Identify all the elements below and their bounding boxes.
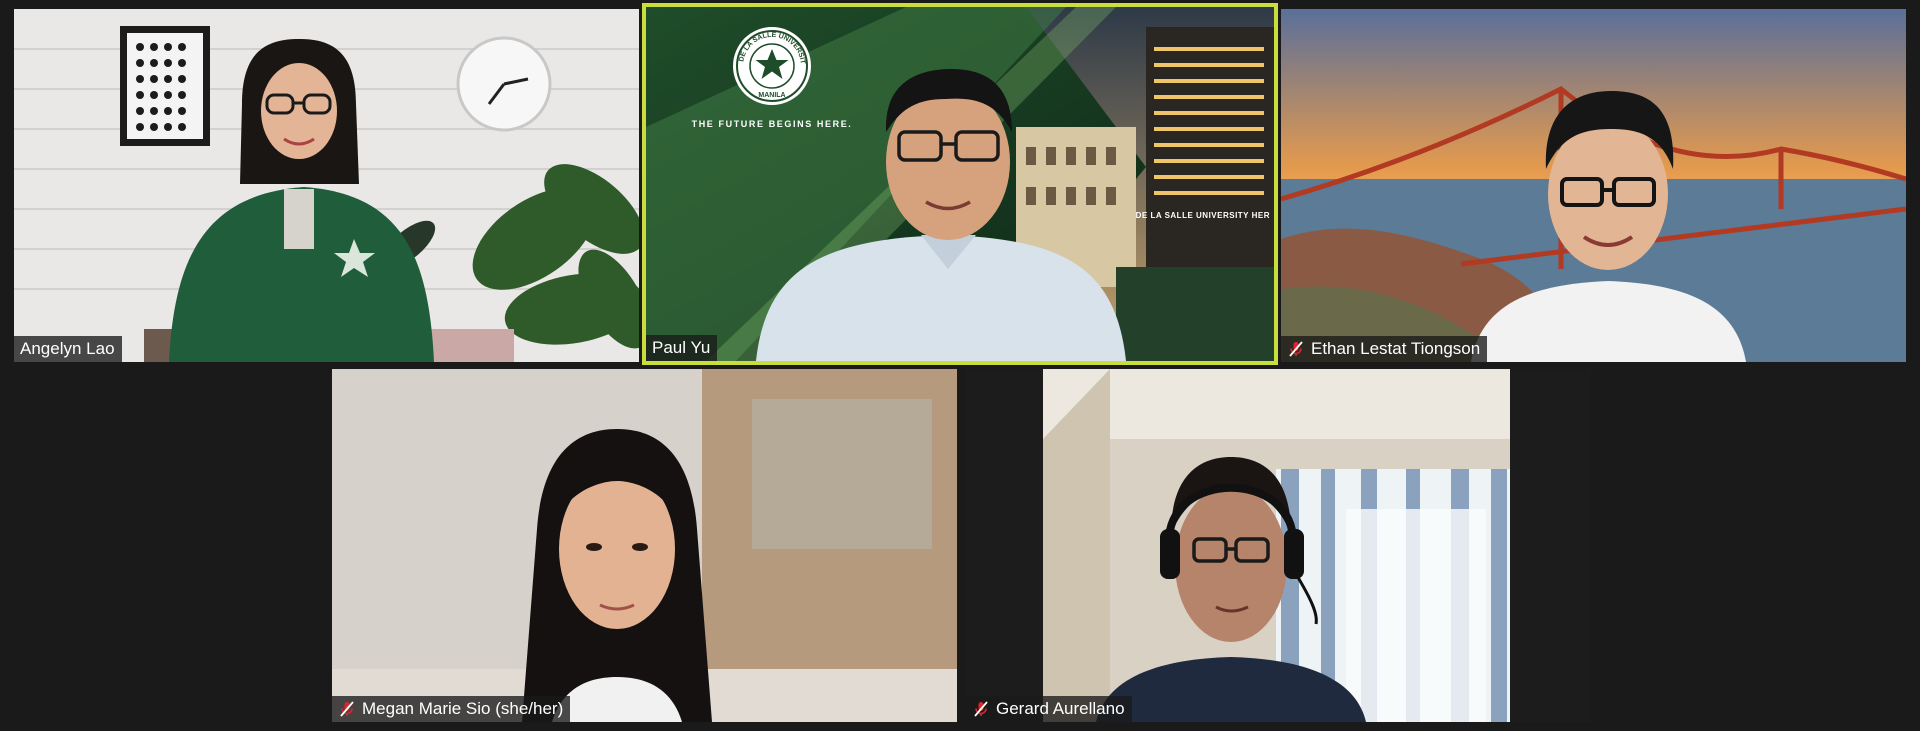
video-tile-ethan-lestat-tiongson[interactable]: Ethan Lestat Tiongson xyxy=(1281,9,1906,362)
participant-video xyxy=(966,369,1591,722)
svg-text:MANILA: MANILA xyxy=(758,92,785,99)
participant-name: Megan Marie Sio (she/her) xyxy=(362,699,564,718)
university-seal-logo: DE LA SALLE UNIVERSITY MANILA xyxy=(731,25,811,105)
participant-video xyxy=(1281,9,1906,362)
microphone-muted-icon xyxy=(340,701,354,717)
participant-nameplate: Megan Marie Sio (she/her) xyxy=(332,696,571,722)
video-tile-gerard-aurellano[interactable]: Gerard Aurellano xyxy=(966,369,1591,722)
video-tile-megan-marie-sio[interactable]: Megan Marie Sio (she/her) xyxy=(332,369,957,722)
participant-nameplate: Ethan Lestat Tiongson xyxy=(1281,336,1488,362)
microphone-muted-icon xyxy=(974,701,988,717)
participant-nameplate: Paul Yu xyxy=(646,335,718,361)
university-tagline: THE FUTURE BEGINS HERE. xyxy=(691,119,853,129)
participant-video xyxy=(14,9,639,362)
video-tile-angelyn-lao[interactable]: Angelyn Lao xyxy=(14,9,639,362)
participant-name: Angelyn Lao xyxy=(20,339,115,358)
video-tile-paul-yu[interactable]: DE LA SALLE UNIVERSITY MANILA THE FUTURE… xyxy=(642,3,1278,365)
microphone-muted-icon xyxy=(1289,341,1303,357)
participant-nameplate: Angelyn Lao xyxy=(14,336,122,362)
building-sign: DE LA SALLE UNIVERSITY HER xyxy=(1135,211,1270,220)
participant-video xyxy=(332,369,957,722)
participant-name: Gerard Aurellano xyxy=(996,699,1125,718)
participant-name: Paul Yu xyxy=(652,338,711,357)
university-branding: DE LA SALLE UNIVERSITY MANILA THE FUTURE… xyxy=(672,25,872,129)
participant-nameplate: Gerard Aurellano xyxy=(966,696,1132,722)
participant-name: Ethan Lestat Tiongson xyxy=(1311,339,1481,358)
